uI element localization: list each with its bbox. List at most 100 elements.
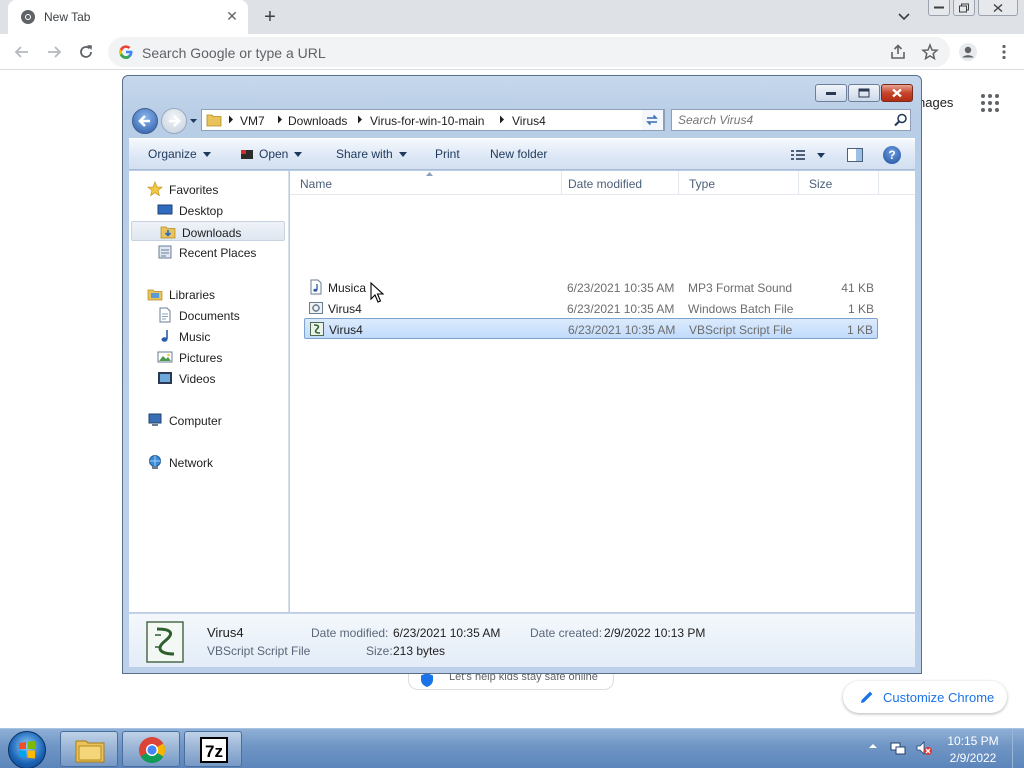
recent-pages-dropdown-icon[interactable]	[189, 116, 198, 125]
open-button[interactable]: Open	[240, 147, 303, 161]
back-button[interactable]	[132, 108, 158, 134]
tab-new-tab[interactable]: New Tab ✕	[8, 0, 248, 34]
details-size-label: Size:	[366, 644, 393, 658]
nav-item-network[interactable]: Network	[129, 452, 289, 472]
profile-avatar-icon[interactable]	[958, 42, 978, 62]
breadcrumb-separator-icon[interactable]	[357, 115, 363, 124]
nav-item-downloads[interactable]: Downloads	[131, 221, 285, 241]
omnibox[interactable]: Search Google or type a URL	[108, 37, 950, 67]
bookmark-star-icon[interactable]	[920, 42, 940, 62]
change-view-icon[interactable]	[791, 147, 829, 163]
details-date-created-label: Date created:	[530, 626, 603, 640]
nav-item-libraries[interactable]: Libraries	[129, 284, 289, 304]
nav-item-documents[interactable]: Documents	[129, 305, 289, 325]
breadcrumb-downloads[interactable]: Downloads	[288, 114, 347, 128]
search-box[interactable]	[671, 109, 911, 131]
breadcrumb-virus-for-win-10-main[interactable]: Virus-for-win-10-main	[370, 114, 484, 128]
open-with-icon	[241, 150, 253, 159]
tab-close-icon[interactable]: ✕	[224, 8, 240, 24]
pictures-icon	[157, 351, 173, 363]
customize-chrome-button[interactable]: Customize Chrome	[843, 681, 1007, 713]
explorer-minimize-button[interactable]	[815, 84, 847, 102]
start-button[interactable]	[8, 731, 46, 768]
file-explorer-icon	[75, 740, 105, 763]
taskbar: 7z 10:15 PM 2/9/2022	[0, 728, 1024, 768]
file-row[interactable]: Virus4 6/23/2021 10:35 AM Windows Batch …	[304, 298, 878, 319]
explorer-close-button[interactable]	[881, 84, 913, 102]
column-header-name[interactable]: Name	[290, 171, 562, 195]
breadcrumb-separator-icon[interactable]	[277, 115, 283, 124]
restore-icon	[959, 3, 969, 12]
reload-icon[interactable]	[76, 42, 96, 62]
file-row[interactable]: Musica 6/23/2021 10:35 AM MP3 Format Sou…	[304, 277, 878, 298]
breadcrumb-virus4[interactable]: Virus4	[512, 114, 546, 128]
explorer-maximize-button[interactable]	[848, 84, 880, 102]
nav-item-pictures[interactable]: Pictures	[129, 347, 289, 367]
nav-item-desktop[interactable]: Desktop	[129, 200, 289, 220]
clock-time[interactable]: 10:15 PM	[940, 734, 1006, 748]
chevron-down-icon	[202, 152, 211, 158]
clock-date[interactable]: 2/9/2022	[940, 751, 1006, 765]
pencil-icon	[861, 691, 873, 703]
nav-item-recent-places[interactable]: Recent Places	[129, 242, 289, 262]
kebab-menu-icon[interactable]	[994, 42, 1014, 62]
file-row-selected[interactable]: Virus4 6/23/2021 10:35 AM VBScript Scrip…	[304, 318, 878, 339]
volume-muted-icon[interactable]	[915, 740, 933, 756]
file-date-modified: 6/23/2021 10:35 AM	[568, 323, 676, 337]
google-g-icon	[119, 45, 133, 59]
close-icon	[993, 3, 1003, 12]
chrome-minimize-button[interactable]	[928, 0, 950, 16]
help-icon[interactable]: ?	[883, 146, 901, 164]
nav-item-computer[interactable]: Computer	[129, 410, 289, 430]
chrome-restore-button[interactable]	[953, 0, 975, 16]
organize-button[interactable]: Organize	[148, 147, 211, 161]
new-tab-button[interactable]: +	[258, 6, 282, 28]
nav-label: Libraries	[169, 288, 216, 302]
google-apps-icon[interactable]	[980, 93, 1000, 113]
file-date-modified: 6/23/2021 10:35 AM	[567, 281, 675, 295]
preview-pane-icon[interactable]	[847, 147, 863, 163]
share-icon[interactable]	[888, 42, 908, 62]
new-folder-button[interactable]: New folder	[490, 147, 547, 161]
show-desktop-button[interactable]	[1012, 729, 1024, 768]
chrome-close-button[interactable]	[978, 0, 1018, 16]
svg-text:7z: 7z	[205, 742, 223, 761]
refresh-icon	[646, 114, 658, 126]
share-with-button[interactable]: Share with	[336, 147, 407, 161]
column-header-size[interactable]: Size	[799, 171, 879, 195]
nav-label: Desktop	[179, 204, 224, 218]
details-date-created-value: 2/9/2022 10:13 PM	[604, 626, 706, 640]
taskbar-chrome[interactable]	[122, 731, 180, 767]
taskbar-file-explorer[interactable]	[60, 731, 118, 767]
refresh-button[interactable]	[642, 109, 664, 131]
breadcrumb-separator-icon[interactable]	[499, 115, 505, 124]
address-bar[interactable]: VM7 Downloads Virus-for-win-10-main Viru…	[201, 109, 711, 131]
videos-icon	[158, 372, 172, 384]
search-icon[interactable]	[894, 113, 908, 127]
breadcrumb-vm7[interactable]: VM7	[240, 114, 265, 128]
column-header-date-modified[interactable]: Date modified	[558, 171, 679, 195]
back-arrow-icon[interactable]	[12, 42, 32, 62]
nav-label: Computer	[169, 414, 222, 428]
nav-label: Videos	[179, 372, 216, 386]
file-size: 41 KB	[841, 281, 874, 295]
shield-icon	[421, 673, 433, 687]
nav-item-music[interactable]: Music	[129, 326, 289, 346]
print-button[interactable]: Print	[435, 147, 460, 161]
customize-chrome-label: Customize Chrome	[883, 690, 995, 705]
chevron-down-icon[interactable]	[894, 8, 914, 26]
column-header-type[interactable]: Type	[679, 171, 799, 195]
breadcrumb-separator-icon[interactable]	[228, 115, 234, 124]
nav-item-videos[interactable]: Videos	[129, 368, 289, 388]
forward-button[interactable]	[161, 108, 187, 134]
nav-item-favorites[interactable]: Favorites	[129, 179, 289, 199]
show-hidden-icons-icon[interactable]	[868, 741, 878, 751]
taskbar-7zip[interactable]: 7z	[184, 731, 242, 767]
images-link[interactable]: nages	[918, 95, 953, 110]
nav-label: Recent Places	[179, 246, 257, 260]
forward-arrow-icon[interactable]	[44, 42, 64, 62]
music-note-icon	[161, 330, 168, 342]
network-status-icon[interactable]	[890, 740, 906, 756]
search-input[interactable]	[678, 112, 888, 128]
chevron-down-icon	[294, 152, 303, 158]
